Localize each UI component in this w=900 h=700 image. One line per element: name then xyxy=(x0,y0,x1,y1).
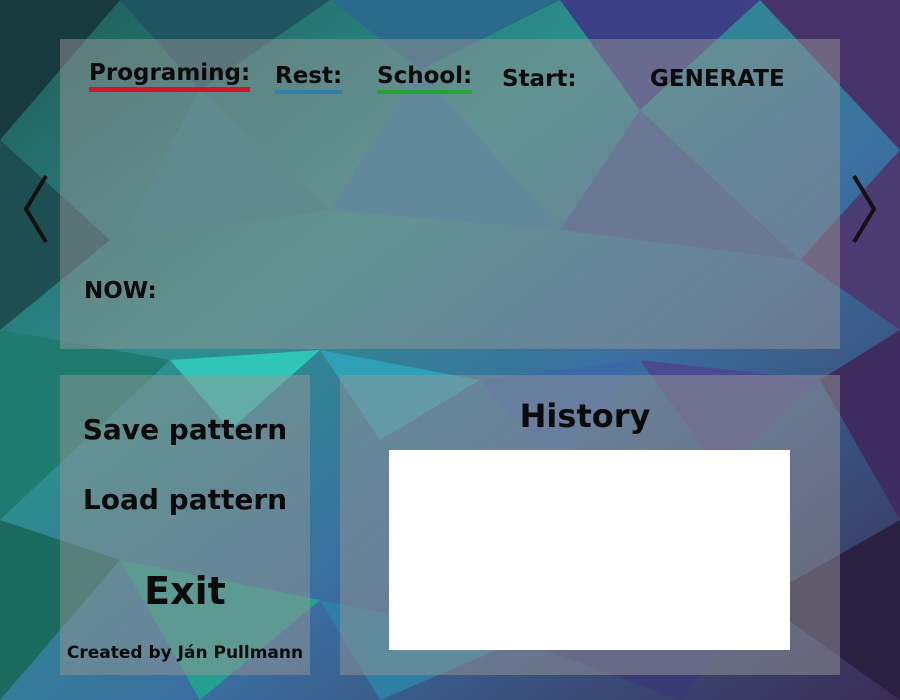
start-label: Start: xyxy=(502,66,577,92)
top-panel: Programing: Rest: School: Start: GENERAT… xyxy=(60,39,840,349)
load-pattern-button[interactable]: Load pattern xyxy=(60,483,310,516)
history-panel: History xyxy=(340,375,840,675)
tab-school[interactable]: School: xyxy=(377,63,473,94)
now-label: NOW: xyxy=(84,278,157,304)
chevron-left-icon[interactable] xyxy=(22,174,50,248)
chevron-right-icon[interactable] xyxy=(850,174,878,248)
generate-button[interactable]: GENERATE xyxy=(650,66,785,92)
history-title: History xyxy=(519,397,651,435)
tab-rest[interactable]: Rest: xyxy=(275,63,343,94)
history-list[interactable] xyxy=(389,450,790,650)
exit-button[interactable]: Exit xyxy=(60,569,310,613)
tab-programming[interactable]: Programing: xyxy=(89,60,251,92)
credits-text: Created by Ján Pullmann xyxy=(66,643,304,663)
save-pattern-button[interactable]: Save pattern xyxy=(60,413,310,446)
menu-panel: Save pattern Load pattern Exit Created b… xyxy=(60,375,310,675)
